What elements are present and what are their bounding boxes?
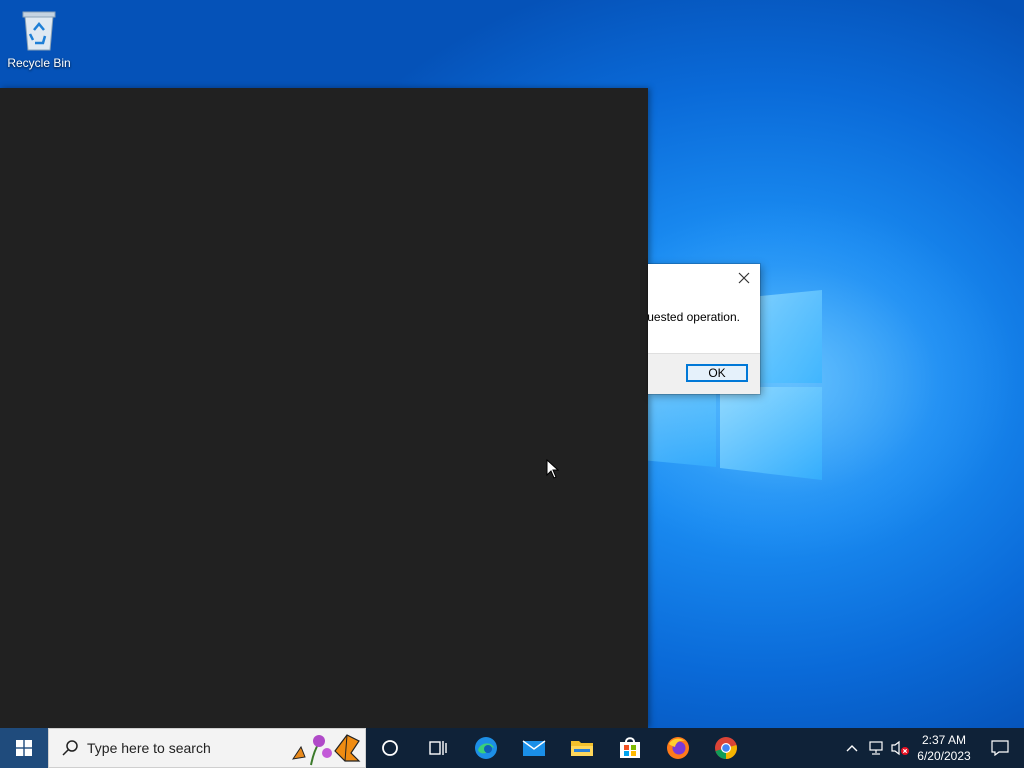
taskbar-clock[interactable]: 2:37 AM 6/20/2023 <box>912 732 976 764</box>
blank-dark-window[interactable] <box>0 88 648 728</box>
firefox-icon <box>667 737 689 759</box>
close-icon[interactable] <box>736 270 752 286</box>
message-dialog: uested operation. OK <box>648 264 760 394</box>
ok-button[interactable]: OK <box>686 364 748 382</box>
edge-button[interactable] <box>462 728 510 768</box>
network-icon <box>869 741 883 755</box>
dialog-message: uested operation. <box>648 310 740 324</box>
mouse-cursor-icon <box>546 459 560 479</box>
folder-icon <box>571 741 593 756</box>
chrome-button[interactable] <box>702 728 750 768</box>
start-button[interactable] <box>0 728 48 768</box>
firefox-button[interactable] <box>654 728 702 768</box>
show-hidden-icons-button[interactable] <box>840 728 864 768</box>
volume-muted-icon <box>891 740 909 756</box>
search-icon <box>62 740 78 756</box>
clock-date: 6/20/2023 <box>917 749 971 763</box>
edge-icon <box>475 737 497 759</box>
volume-button[interactable] <box>888 728 912 768</box>
search-placeholder: Type here to search <box>87 740 211 756</box>
mail-button[interactable] <box>510 728 558 768</box>
taskbar-search-box[interactable]: Type here to search <box>48 728 366 768</box>
task-view-button[interactable] <box>414 728 462 768</box>
chevron-up-icon <box>846 745 858 752</box>
windows-start-icon <box>16 740 32 756</box>
desktop: Recycle Bin uested operation. OK <box>0 0 1024 728</box>
file-explorer-button[interactable] <box>558 728 606 768</box>
dialog-footer: OK <box>648 353 760 394</box>
recycle-bin-label: Recycle Bin <box>7 56 71 70</box>
cortana-circle-icon <box>382 740 398 756</box>
taskbar: Type here to search 2:37 AM 6/20/2023 <box>0 728 1024 768</box>
action-center-button[interactable] <box>976 728 1024 768</box>
system-tray: 2:37 AM 6/20/2023 <box>840 728 1024 768</box>
cortana-button[interactable] <box>366 728 414 768</box>
store-button[interactable] <box>606 728 654 768</box>
task-view-icon <box>429 741 447 755</box>
butterfly-thistle-icon <box>291 734 361 766</box>
chrome-icon <box>715 737 737 759</box>
store-icon <box>620 737 640 758</box>
recycle-bin-shortcut[interactable]: Recycle Bin <box>4 6 74 70</box>
recycle-bin-icon <box>22 11 56 51</box>
notification-icon <box>991 740 1009 756</box>
network-button[interactable] <box>864 728 888 768</box>
clock-time: 2:37 AM <box>921 733 967 747</box>
mail-icon <box>522 740 546 756</box>
